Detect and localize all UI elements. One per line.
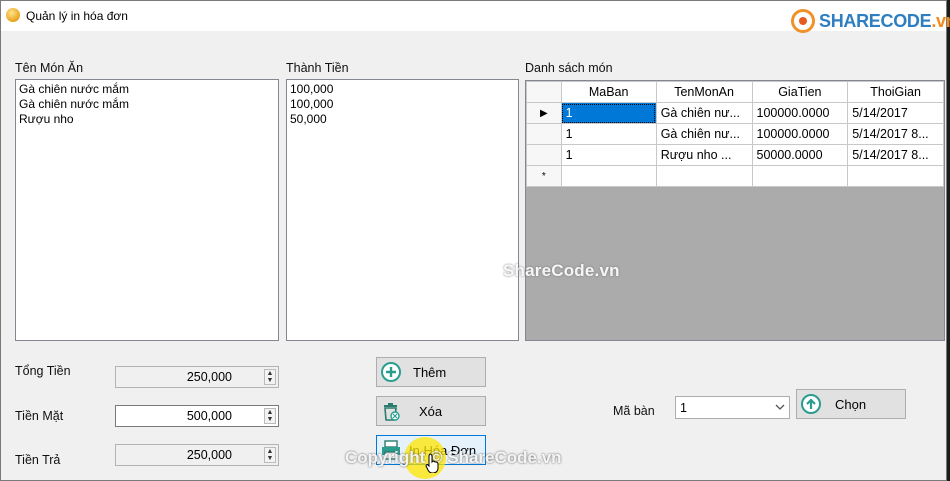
listbox-ten-mon-an[interactable]: Gà chiên nước mắm Gà chiên nước mắm Rượu… [15,79,279,341]
cell-tenmonan[interactable]: Rượu nho ... [655,144,753,166]
table-row[interactable]: ▶ 1 Gà chiên nư... 100000.0000 5/14/2017 [526,102,944,124]
label-thanh-tien: Thành Tiền [286,61,349,75]
cell-tenmonan-new[interactable] [655,165,753,187]
watermark-center: ShareCode.vn [503,261,620,280]
cell-thoigian[interactable]: 5/14/2017 8... [847,144,944,166]
logo-brand: SHARECODE [819,11,932,31]
title-bar: Quản lý in hóa đơn SHARECODE.vn [1,1,950,33]
list-item[interactable]: 50,000 [290,112,515,127]
tien-mat-value: 500,000 [186,409,232,423]
label-tong-tien: Tổng Tiền [15,364,71,378]
label-danh-sach-mon: Danh sách món [525,61,613,75]
list-item[interactable]: 100,000 [290,82,515,97]
listbox-thanh-tien[interactable]: 100,000 100,000 50,000 [286,79,519,341]
chon-label: Chọn [835,397,867,412]
cell-tenmonan[interactable]: Gà chiên nư... [655,102,753,124]
xoa-button[interactable]: Xóa [376,396,486,426]
column-header-giatien[interactable]: GiaTien [751,81,849,103]
tong-tien-value: 250,000 [186,370,232,384]
row-header[interactable] [526,144,562,166]
row-header[interactable] [526,123,562,145]
tong-tien-field[interactable]: 250,000 ▲ ▼ [115,366,279,388]
logo-suffix: .vn [931,11,950,31]
list-item[interactable]: Rượu nho [19,112,275,127]
them-button[interactable]: Thêm [376,357,486,387]
column-header-tenmonan[interactable]: TenMonAn [655,81,753,103]
ma-ban-select[interactable]: 1 [675,396,790,419]
list-item[interactable]: 100,000 [290,97,515,112]
spin-updown-icon[interactable]: ▲ ▼ [264,447,276,463]
hand-cursor-icon [425,453,439,473]
row-header-new[interactable]: * [526,165,562,187]
column-header-thoigian[interactable]: ThoiGian [847,81,944,103]
cell-thoigian[interactable]: 5/14/2017 [847,102,944,124]
them-label: Thêm [413,365,447,380]
cell-giatien[interactable]: 100000.0000 [751,123,849,145]
cell-giatien[interactable]: 50000.0000 [751,144,849,166]
column-header-maban[interactable]: MaBan [560,81,657,103]
cell-maban[interactable]: 1 [560,144,657,166]
cell-maban-new[interactable] [560,165,657,187]
ma-ban-value: 1 [680,401,687,415]
tien-mat-field[interactable]: 500,000 ▲ ▼ [115,405,279,427]
add-circle-icon [381,362,401,382]
cell-maban[interactable]: 1 [560,123,657,145]
app-icon [6,8,20,22]
row-header-current[interactable]: ▶ [526,102,562,124]
sharecode-logo-icon [791,9,815,33]
table-row[interactable]: 1 Gà chiên nư... 100000.0000 5/14/2017 8… [526,123,944,145]
label-ma-ban: Mã bàn [613,404,655,418]
label-tien-tra: Tiền Trả [15,453,61,467]
watermark-copyright: Copyright © ShareCode.vn [345,448,562,467]
tien-tra-field[interactable]: 250,000 ▲ ▼ [115,444,279,466]
list-item[interactable]: Gà chiên nước mắm [19,97,275,112]
trash-icon [384,403,400,421]
arrow-up-circle-icon [801,394,821,414]
tien-tra-value: 250,000 [186,448,232,462]
window-title: Quản lý in hóa đơn [26,9,128,23]
cell-tenmonan[interactable]: Gà chiên nư... [655,123,753,145]
cell-thoigian[interactable]: 5/14/2017 8... [847,123,944,145]
data-grid-danh-sach-mon[interactable]: MaBan TenMonAn GiaTien ThoiGian ▶ 1 Gà c… [525,80,945,341]
table-row-new[interactable]: * [526,165,944,187]
cell-giatien-new[interactable] [751,165,849,187]
grid-corner-header[interactable] [526,81,562,103]
xoa-label: Xóa [419,404,443,419]
cell-giatien[interactable]: 100000.0000 [751,102,849,124]
grid-header-row: MaBan TenMonAn GiaTien ThoiGian [526,81,944,103]
chevron-down-icon[interactable] [775,401,785,413]
main-window: Quản lý in hóa đơn SHARECODE.vn Tên Món … [0,0,950,481]
spin-updown-icon[interactable]: ▲ ▼ [264,408,276,424]
label-ten-mon-an: Tên Món Ăn [15,61,84,75]
table-row[interactable]: 1 Rượu nho ... 50000.0000 5/14/2017 8... [526,144,944,166]
chon-button[interactable]: Chọn [796,389,906,419]
spin-updown-icon[interactable]: ▲ ▼ [264,369,276,385]
cell-thoigian-new[interactable] [847,165,944,187]
label-tien-mat: Tiền Mặt [15,409,64,423]
cell-maban[interactable]: 1 [560,102,657,124]
list-item[interactable]: Gà chiên nước mắm [19,82,275,97]
